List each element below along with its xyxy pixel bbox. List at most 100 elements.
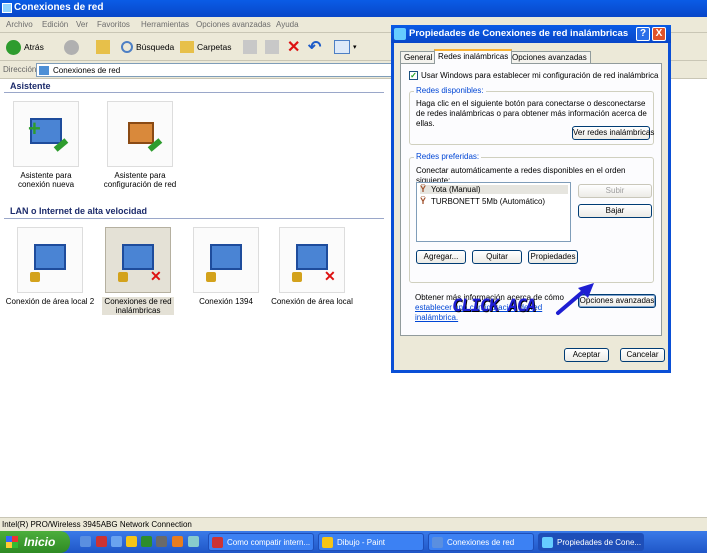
undo-button[interactable]: ↶ — [308, 37, 321, 57]
opera-icon[interactable] — [96, 536, 107, 547]
star-icon[interactable] — [126, 536, 137, 547]
tile-caption: Conexiones de red inalámbricas — [102, 297, 174, 315]
menu-favoritos[interactable]: Favoritos — [97, 20, 130, 29]
up-folder-button[interactable] — [96, 37, 110, 57]
start-label: Inicio — [24, 535, 56, 549]
menu-herramientas[interactable]: Herramientas — [141, 20, 189, 29]
tab-general[interactable]: General — [400, 51, 437, 63]
back-label: Atrás — [24, 42, 44, 52]
task-label: Conexiones de red — [447, 538, 515, 547]
task-browser[interactable]: Como compatir intern... — [208, 533, 314, 551]
plus-icon: + — [28, 116, 41, 141]
delete-x-icon: ✕ — [287, 39, 301, 56]
forward-button[interactable] — [64, 37, 79, 57]
address-value: Conexiones de red — [53, 66, 121, 75]
task-properties[interactable]: Propiedades de Cone... — [538, 533, 644, 551]
use-windows-checkbox[interactable]: ✓ Usar Windows para establecer mi config… — [409, 71, 658, 80]
tile-new-connection-wizard[interactable]: + Asistente para conexión nueva — [8, 101, 84, 189]
task-network-connections[interactable]: Conexiones de red — [428, 533, 534, 551]
help-button[interactable]: ? — [636, 27, 650, 41]
monitor-icon — [296, 244, 328, 270]
network-folder-icon — [432, 537, 443, 548]
monitor-icon — [34, 244, 66, 270]
lan-connection-icon: ✕ — [279, 227, 345, 293]
window-titlebar: Conexiones de red — [0, 0, 707, 17]
menu-ayuda[interactable]: Ayuda — [276, 20, 299, 29]
house-icon — [128, 122, 154, 144]
properties-dialog: Propiedades de Conexiones de red inalámb… — [391, 25, 671, 373]
advanced-options-button[interactable]: Opciones avanzadas — [578, 294, 656, 308]
task-label: Propiedades de Cone... — [557, 538, 642, 547]
forward-arrow-icon — [64, 39, 79, 55]
undo-icon: ↶ — [308, 39, 322, 56]
task-paint[interactable]: Dibujo - Paint — [318, 533, 424, 551]
tab-advanced-options[interactable]: Opciones avanzadas — [508, 51, 591, 63]
show-desktop-icon[interactable] — [80, 536, 91, 547]
delete-button[interactable]: ✕ — [287, 37, 300, 57]
remove-network-button[interactable]: Quitar — [472, 250, 522, 264]
close-button[interactable]: X — [652, 27, 666, 41]
quick-launch-icon[interactable] — [188, 536, 199, 547]
click-here-annotation: CLICK ACA — [450, 296, 537, 316]
menu-archivo[interactable]: Archivo — [6, 20, 33, 29]
tile-local-area-connection[interactable]: ✕ Conexión de área local — [270, 227, 354, 306]
move-down-button[interactable]: Bajar — [578, 204, 652, 218]
quick-launch-icon[interactable] — [156, 536, 167, 547]
quick-launch-icon[interactable] — [111, 536, 122, 547]
network-properties-button[interactable]: Propiedades — [528, 250, 578, 264]
back-arrow-icon — [6, 39, 21, 55]
menu-ver[interactable]: Ver — [76, 20, 88, 29]
search-icon — [121, 41, 133, 53]
tile-local-area-connection-2[interactable]: Conexión de área local 2 — [4, 227, 96, 306]
disconnected-x-icon: ✕ — [324, 268, 336, 284]
add-network-button[interactable]: Agregar... — [416, 250, 466, 264]
available-networks-text: Haga clic en el siguiente botón para con… — [416, 99, 647, 128]
ok-button[interactable]: Aceptar — [564, 348, 609, 362]
quick-launch-icon[interactable] — [172, 536, 183, 547]
views-grid-icon — [334, 40, 350, 54]
menu-opciones-avanzadas[interactable]: Opciones avanzadas — [196, 20, 271, 29]
tile-caption: Asistente para configuración de red — [103, 171, 177, 189]
tab-wireless-networks[interactable]: Redes inalámbricas — [434, 49, 513, 64]
network-icon — [542, 537, 553, 548]
windows-flag-icon — [6, 536, 18, 548]
list-item[interactable]: Ÿ Yota (Manual) — [420, 185, 568, 194]
start-button[interactable]: Inicio — [0, 531, 70, 553]
network-name: TURBONETT 5Mb (Automático) — [431, 197, 546, 206]
tile-wireless-connection[interactable]: ✕ Conexiones de red inalámbricas — [102, 227, 174, 315]
menu-edicion[interactable]: Edición — [42, 20, 68, 29]
tile-1394-connection[interactable]: Conexión 1394 — [190, 227, 262, 306]
folders-button[interactable]: Carpetas — [180, 37, 232, 57]
taskbar: Inicio Como compatir intern... Dibujo - … — [0, 531, 707, 553]
move-to-button[interactable] — [243, 37, 257, 57]
copy-to-icon — [265, 40, 279, 54]
monitor-icon — [122, 244, 154, 270]
search-button[interactable]: Búsqueda — [121, 37, 174, 57]
section-wizard-title: Asistente — [10, 81, 51, 91]
tile-caption: Asistente para conexión nueva — [17, 171, 75, 189]
opera-icon — [212, 537, 223, 548]
preferred-networks-list[interactable]: Ÿ Yota (Manual) Ÿ TURBONETT 5Mb (Automát… — [416, 182, 571, 242]
move-up-button[interactable]: Subir — [578, 184, 652, 198]
lan-connection-icon — [17, 227, 83, 293]
view-wireless-networks-button[interactable]: Ver redes inalámbricas — [572, 126, 654, 140]
address-field[interactable]: Conexiones de red — [36, 63, 396, 77]
available-networks-label: Redes disponibles: — [414, 86, 486, 95]
list-item[interactable]: Ÿ TURBONETT 5Mb (Automático) — [420, 197, 568, 207]
network-icon — [394, 28, 406, 40]
paint-icon — [322, 537, 333, 548]
cancel-button[interactable]: Cancelar — [620, 348, 665, 362]
views-button[interactable]: ▾ — [334, 37, 357, 57]
preferred-networks-label: Redes preferidas: — [414, 152, 482, 161]
status-bar: Intel(R) PRO/Wireless 3945ABG Network Co… — [0, 517, 707, 531]
section-divider — [4, 218, 384, 219]
new-connection-icon: + — [13, 101, 79, 167]
tile-network-setup-wizard[interactable]: Asistente para configuración de red — [100, 101, 180, 189]
antenna-icon: Ÿ — [420, 184, 427, 194]
preferred-networks-group: Redes preferidas: Conectar automáticamen… — [409, 152, 654, 283]
quick-launch-icon[interactable] — [141, 536, 152, 547]
back-button[interactable]: Atrás — [6, 37, 44, 57]
tile-caption: Conexión de área local 2 — [5, 297, 95, 306]
available-networks-group: Redes disponibles: Haga clic en el sigui… — [409, 86, 654, 145]
copy-to-button[interactable] — [265, 37, 279, 57]
